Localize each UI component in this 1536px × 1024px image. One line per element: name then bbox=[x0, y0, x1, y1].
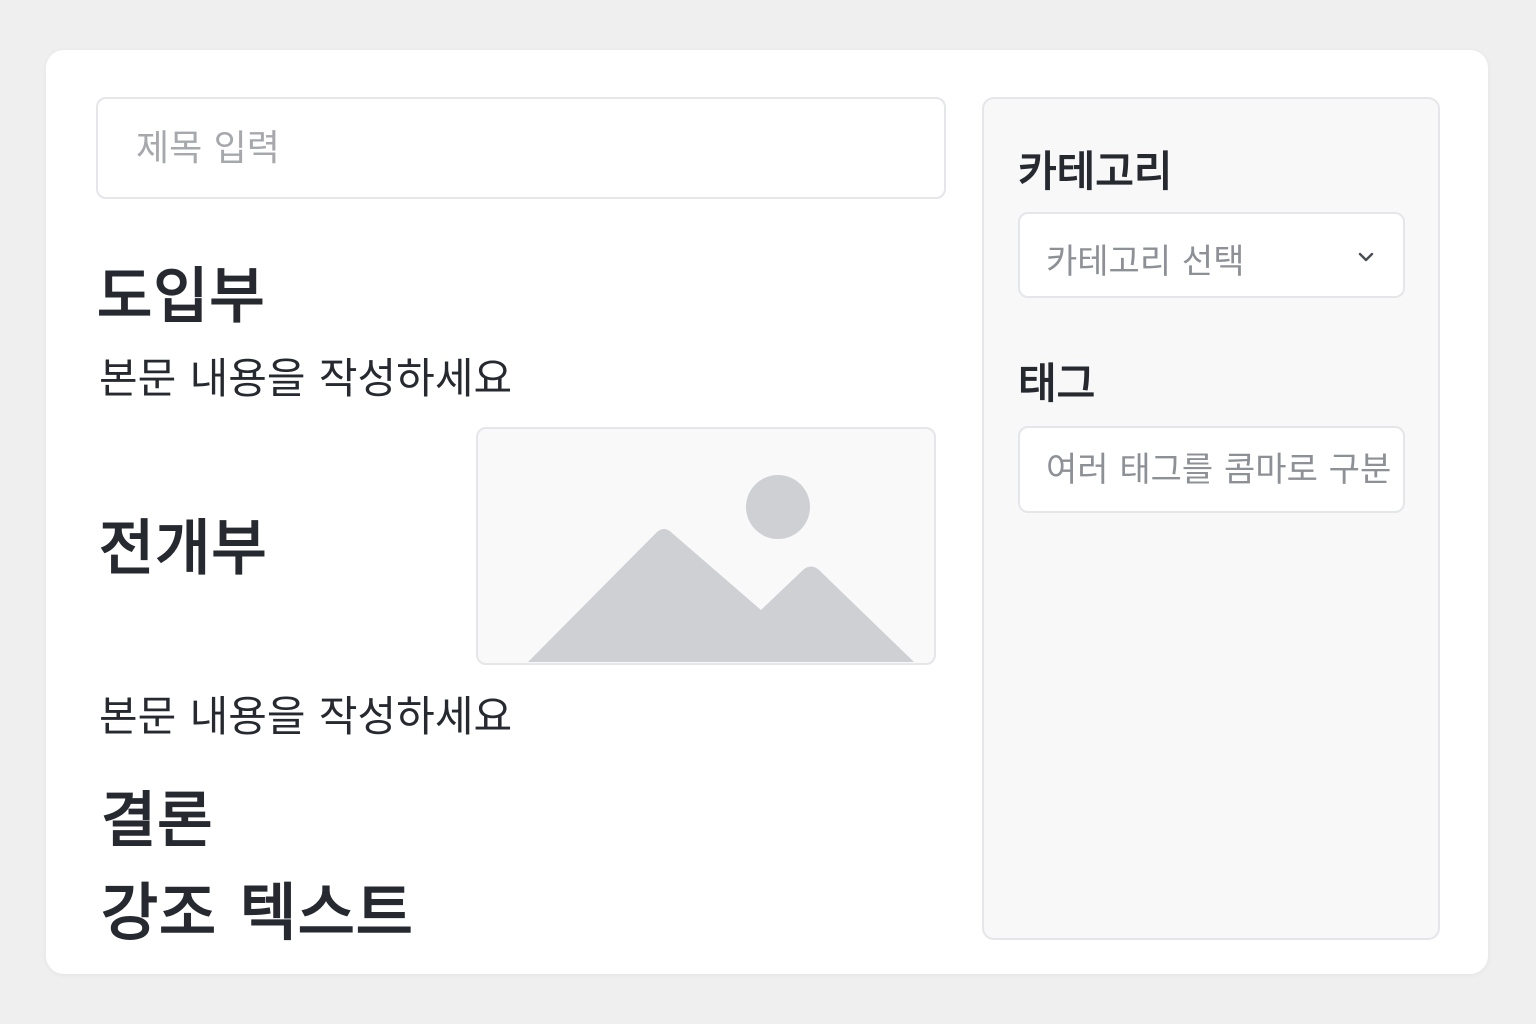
title-input[interactable] bbox=[96, 97, 946, 199]
body-paragraph-2[interactable]: 본문 내용을 작성하세요 bbox=[99, 683, 512, 744]
tags-label: 태그 bbox=[1018, 359, 1096, 408]
tags-input[interactable] bbox=[1018, 426, 1405, 513]
emphasis-text[interactable]: 강조 텍스트 bbox=[101, 862, 414, 952]
image-placeholder-icon bbox=[528, 475, 914, 662]
category-select-value: 카테고리 선택 bbox=[1046, 242, 1245, 282]
body-paragraph-1[interactable]: 본문 내용을 작성하세요 bbox=[99, 345, 512, 406]
category-select[interactable]: 카테고리 선택 bbox=[1018, 212, 1405, 298]
sun-shape bbox=[746, 475, 810, 539]
category-label: 카테고리 bbox=[1018, 147, 1173, 196]
conclusion-heading[interactable]: 결론 bbox=[101, 772, 213, 859]
development-heading[interactable]: 전개부 bbox=[99, 500, 268, 587]
chevron-down-icon bbox=[1358, 252, 1374, 262]
intro-heading[interactable]: 도입부 bbox=[97, 248, 266, 335]
mountains-shape bbox=[528, 529, 914, 662]
image-block[interactable] bbox=[476, 427, 936, 665]
